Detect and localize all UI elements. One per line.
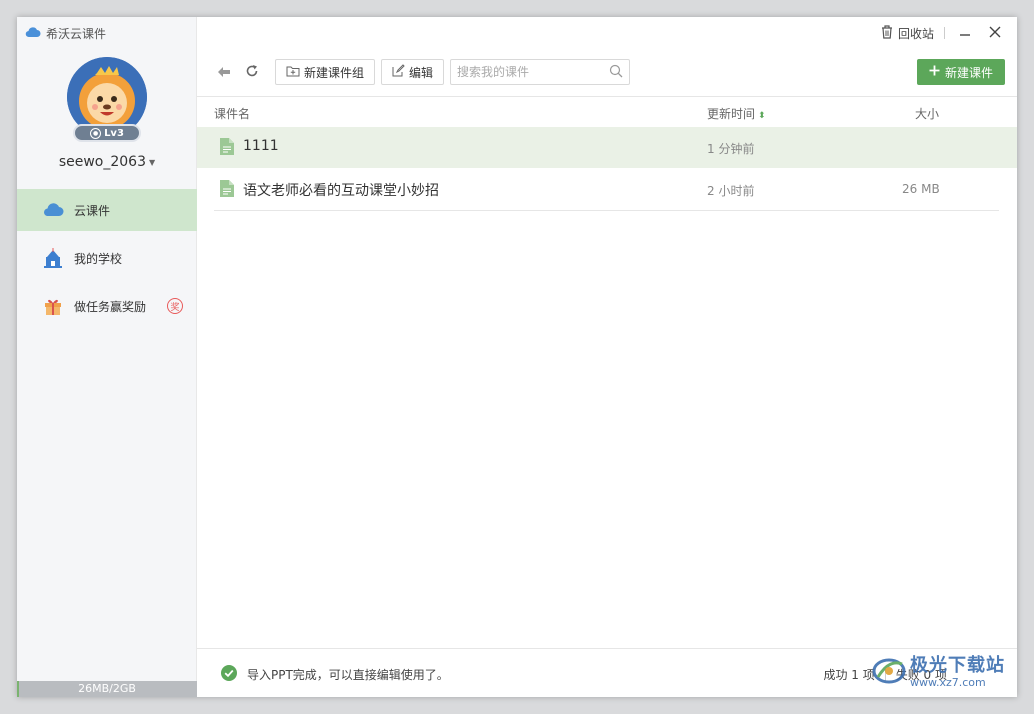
toolbar-divider — [197, 96, 1017, 97]
sort-icon: ⬍ — [758, 111, 766, 121]
watermark-site-name: 极光下载站 — [910, 654, 1005, 676]
table-row[interactable]: 1111 1 分钟前 — [197, 127, 1017, 168]
main-panel: 回收站 新建课件组 编辑 搜索我的课件 新建课件 课件名 更新时间 ⬍ 大小 1… — [197, 17, 1017, 697]
search-icon[interactable] — [609, 63, 623, 82]
status-bar: 导入PPT完成，可以直接编辑使用了。 成功 1 项 失败 0 项 极光下载站 w… — [197, 648, 1017, 697]
row-divider — [214, 210, 999, 211]
back-button[interactable] — [213, 61, 235, 83]
table-row[interactable]: 语文老师必看的互动课堂小妙招 2 小时前 26 MB — [197, 169, 1017, 210]
app-title: 希沃云课件 — [25, 25, 106, 42]
cloud-icon — [42, 200, 64, 220]
sidebar-item-tasks-rewards[interactable]: 做任务赢奖励 奖 — [17, 285, 197, 327]
sidebar-item-label: 做任务赢奖励 — [74, 299, 147, 314]
new-group-label: 新建课件组 — [304, 65, 365, 80]
edit-label: 编辑 — [409, 65, 434, 80]
site-watermark: 极光下载站 www.xz7.com — [872, 655, 1005, 689]
status-message-text: 导入PPT完成，可以直接编辑使用了。 — [247, 668, 449, 682]
refresh-icon — [245, 63, 259, 82]
minimize-button[interactable] — [955, 23, 975, 43]
titlebar-separator — [944, 27, 945, 39]
app-title-text: 希沃云课件 — [46, 27, 107, 41]
toolbar: 新建课件组 编辑 新建课件 — [213, 59, 1005, 85]
row-name: 1111 — [243, 138, 279, 154]
watermark-logo-icon — [872, 655, 906, 689]
level-emblem-icon: ● — [90, 127, 102, 139]
app-window: 希沃云课件 ● Lv3 seewo_2063 ▼ 云课件 我的学校 做任务赢奖励… — [17, 17, 1017, 697]
window-controls: 回收站 — [881, 23, 1005, 43]
sidebar-nav: 云课件 我的学校 做任务赢奖励 奖 — [17, 189, 197, 333]
row-name: 语文老师必看的互动课堂小妙招 — [243, 183, 439, 199]
row-time: 2 小时前 — [707, 184, 755, 198]
reward-badge: 奖 — [167, 298, 183, 314]
search-input[interactable] — [457, 65, 610, 79]
sidebar-item-label: 云课件 — [74, 203, 111, 218]
watermark-url: www.xz7.com — [910, 675, 986, 689]
caret-down-icon: ▼ — [149, 157, 156, 167]
status-message: 导入PPT完成，可以直接编辑使用了。 — [221, 665, 449, 684]
arrow-left-icon — [217, 63, 231, 82]
app-logo-cloud-icon — [25, 26, 41, 41]
username-dropdown[interactable]: seewo_2063 ▼ — [17, 154, 197, 170]
success-count: 成功 1 项 — [823, 668, 875, 682]
close-button[interactable] — [985, 23, 1005, 43]
column-header-size: 大小 — [915, 107, 940, 121]
document-icon — [220, 180, 234, 197]
username-text: seewo_2063 — [58, 154, 146, 170]
document-icon — [220, 138, 234, 155]
column-header-name: 课件名 — [214, 107, 251, 121]
new-courseware-label: 新建课件 — [944, 65, 993, 80]
column-header-time-label: 更新时间 — [707, 107, 756, 121]
sidebar-item-cloud-courseware[interactable]: 云课件 — [17, 189, 197, 231]
trash-icon — [881, 24, 893, 42]
search-box — [450, 59, 631, 85]
storage-usage-bar: 26MB/2GB — [17, 681, 197, 697]
sidebar-item-my-school[interactable]: 我的学校 — [17, 237, 197, 279]
table-header: 课件名 更新时间 ⬍ 大小 — [197, 103, 1017, 123]
gift-icon — [42, 296, 64, 316]
new-courseware-button[interactable]: 新建课件 — [916, 59, 1005, 85]
check-circle-icon — [221, 665, 237, 684]
plus-icon — [929, 65, 940, 79]
sidebar: 希沃云课件 ● Lv3 seewo_2063 ▼ 云课件 我的学校 做任务赢奖励… — [17, 17, 197, 697]
edit-button[interactable]: 编辑 — [381, 59, 445, 85]
row-size: 26 MB — [902, 182, 940, 196]
row-time: 1 分钟前 — [707, 142, 755, 156]
school-icon — [42, 248, 64, 268]
folder-add-icon — [286, 65, 300, 80]
new-group-button[interactable]: 新建课件组 — [275, 59, 376, 85]
minimize-icon — [959, 26, 971, 41]
recycle-bin-label: 回收站 — [897, 26, 934, 41]
refresh-button[interactable] — [241, 61, 263, 83]
column-header-time[interactable]: 更新时间 ⬍ — [707, 105, 766, 122]
level-badge: ● Lv3 — [73, 124, 141, 142]
edit-icon — [392, 64, 405, 80]
sidebar-item-label: 我的学校 — [74, 251, 123, 266]
level-text: Lv3 — [104, 127, 124, 139]
storage-usage-text: 26MB/2GB — [78, 682, 136, 695]
close-icon — [989, 26, 1001, 41]
recycle-bin-button[interactable]: 回收站 — [881, 24, 934, 42]
